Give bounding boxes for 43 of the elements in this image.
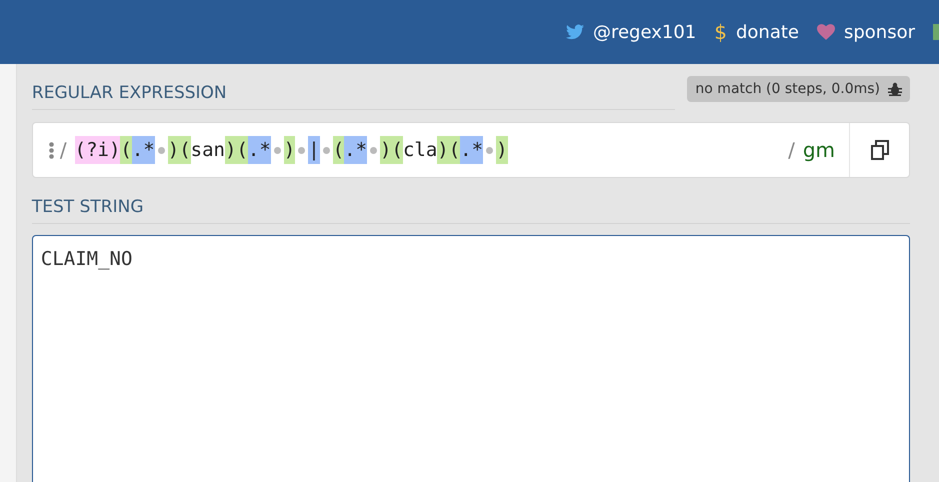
- regex-token: ): [437, 136, 449, 164]
- regex-token: .*: [344, 136, 368, 164]
- bug-icon[interactable]: [888, 82, 902, 96]
- regex-token: (: [120, 136, 132, 164]
- whitespace-dot-icon: [274, 146, 281, 154]
- header-link[interactable]: sponsor: [816, 22, 915, 42]
- dollar-icon: $: [714, 20, 727, 44]
- regex-token: cla: [402, 138, 438, 163]
- header-link[interactable]: $ donate: [714, 20, 799, 44]
- copy-icon: [870, 140, 888, 160]
- match-status: no match (0 steps, 0.0ms): [687, 76, 910, 102]
- regex-token: (?i): [74, 136, 120, 164]
- regex-token: .*: [132, 136, 155, 164]
- delimiter: /: [60, 138, 67, 162]
- delimiter: /: [788, 138, 795, 162]
- regex-token: ): [168, 136, 180, 164]
- heart-icon: [816, 24, 835, 40]
- regex-token: ): [224, 136, 236, 164]
- bird-icon: [566, 24, 584, 40]
- regex-token: |: [308, 136, 320, 164]
- regex-token: .*: [460, 136, 484, 164]
- drag-handle-icon[interactable]: [48, 142, 54, 158]
- regex-token: san: [190, 138, 225, 163]
- section-heading: TEST STRING: [32, 192, 910, 224]
- whitespace-dot-icon: [158, 146, 165, 154]
- regex-token: (: [179, 136, 191, 164]
- whitespace-dot-icon: [298, 146, 306, 154]
- regex-token: (: [236, 136, 248, 164]
- regex-token: .*: [248, 136, 271, 164]
- regex-token: ): [380, 136, 392, 164]
- section-heading: REGULAR EXPRESSION: [32, 78, 676, 110]
- header-link[interactable]: @regex101: [566, 22, 696, 42]
- whitespace-dot-icon: [322, 146, 330, 154]
- regex-token: (: [391, 136, 403, 164]
- regex-flags[interactable]: gm: [802, 138, 835, 162]
- regex-token: ): [496, 136, 508, 164]
- whitespace-dot-icon: [370, 146, 378, 154]
- whitespace-dot-icon: [486, 146, 494, 154]
- regex-field[interactable]: / (?i)(.* )(san)(.* ) | (.* )(cla)(.* ) / gm: [32, 122, 910, 178]
- regex-token: (: [332, 136, 344, 164]
- regex-token: ): [284, 136, 296, 164]
- test-string-field[interactable]: CLAIM_NO: [32, 235, 910, 482]
- regex-token: (: [448, 136, 460, 164]
